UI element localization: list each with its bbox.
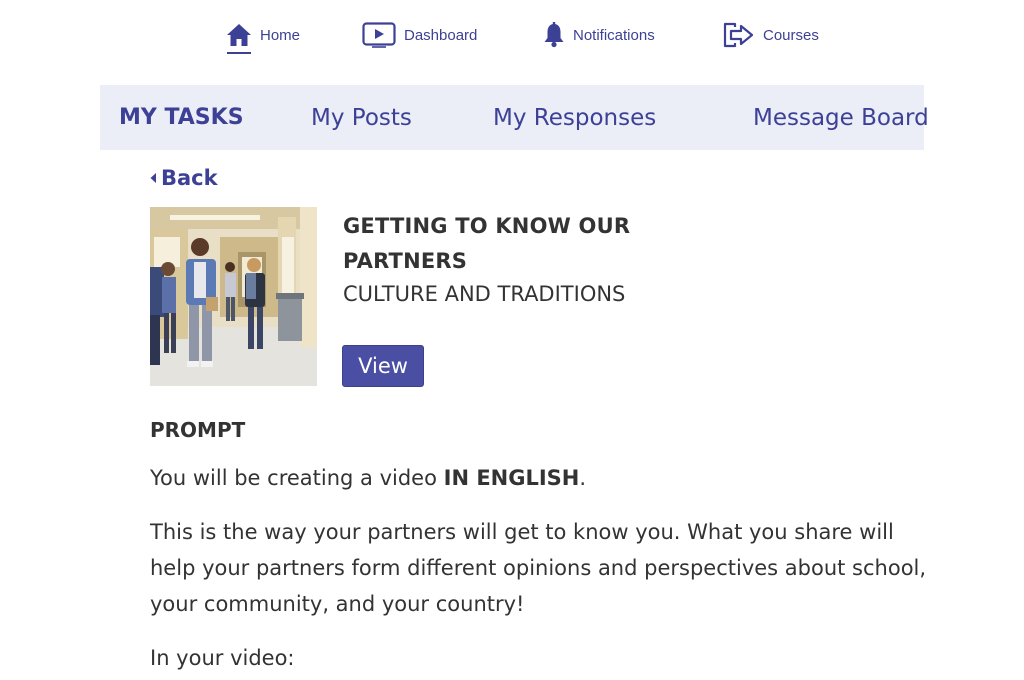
view-button[interactable]: View bbox=[342, 345, 424, 387]
video-icon bbox=[362, 22, 396, 48]
nav-courses[interactable]: Courses bbox=[723, 18, 819, 52]
tab-my-tasks[interactable]: MY TASKS bbox=[119, 85, 244, 150]
tab-my-responses[interactable]: My Responses bbox=[493, 85, 656, 150]
top-navigation: Home Dashboard Notifications Courses bbox=[0, 0, 1024, 84]
bell-icon bbox=[544, 22, 564, 48]
prompt-description: This is the way your partners will get t… bbox=[150, 520, 927, 616]
prompt-line1-suffix: . bbox=[579, 466, 587, 490]
nav-notifications-label: Notifications bbox=[573, 26, 655, 44]
nav-courses-label: Courses bbox=[763, 26, 819, 44]
nav-home[interactable]: Home bbox=[226, 18, 300, 52]
back-label: Back bbox=[161, 166, 218, 190]
nav-dashboard[interactable]: Dashboard bbox=[362, 18, 477, 52]
home-icon bbox=[227, 24, 251, 46]
tab-my-posts[interactable]: My Posts bbox=[311, 85, 412, 150]
prompt-language-line: You will be creating a video IN ENGLISH. bbox=[150, 460, 930, 496]
nav-notifications[interactable]: Notifications bbox=[543, 18, 655, 52]
back-link[interactable]: Back bbox=[149, 166, 218, 190]
task-subtitle: CULTURE AND TRADITIONS bbox=[343, 282, 626, 306]
prompt-heading: PROMPT bbox=[150, 418, 246, 442]
exit-icon bbox=[723, 22, 754, 48]
prompt-line1-prefix: You will be creating a video bbox=[150, 466, 444, 490]
nav-home-label: Home bbox=[260, 26, 301, 44]
task-title: GETTING TO KNOW OUR PARTNERS bbox=[343, 214, 631, 273]
students-hallway-photo bbox=[150, 207, 317, 386]
prompt-video-instructions: In your video: bbox=[150, 646, 295, 670]
chevron-left-icon bbox=[150, 173, 156, 183]
active-nav-underline bbox=[227, 52, 251, 54]
task-thumbnail bbox=[150, 207, 317, 386]
task-tab-bar: MY TASKS My Posts My Responses Message B… bbox=[100, 85, 929, 150]
nav-dashboard-label: Dashboard bbox=[404, 26, 478, 44]
tab-message-board[interactable]: Message Board bbox=[753, 85, 929, 150]
prompt-line1-bold: IN ENGLISH bbox=[443, 466, 580, 490]
